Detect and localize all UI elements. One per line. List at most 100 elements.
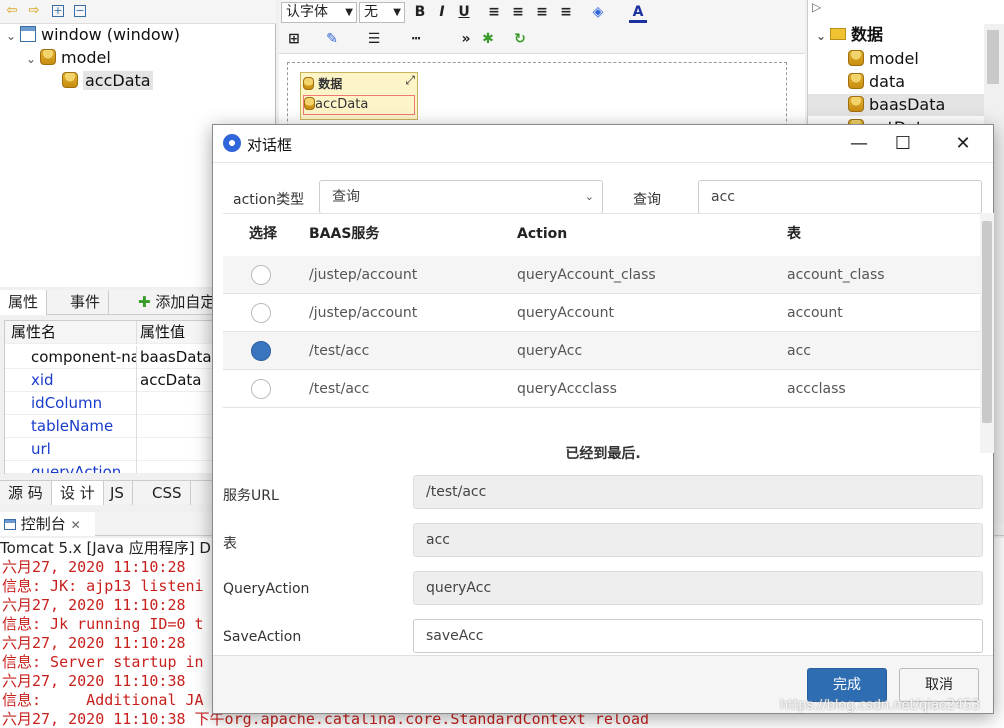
- back-arrow-icon[interactable]: ⇦: [4, 3, 20, 19]
- scrollbar-thumb[interactable]: [982, 221, 992, 423]
- data-component[interactable]: 数据 ⤢ accData: [300, 72, 418, 120]
- line-style-icon[interactable]: ┅: [407, 30, 425, 48]
- service-url-field[interactable]: /test/acc: [413, 475, 983, 509]
- tab-console[interactable]: 控制台 ✕: [0, 512, 95, 536]
- tree-item-baasdata[interactable]: baasData: [808, 94, 985, 116]
- save-action-field[interactable]: saveAcc: [413, 619, 983, 653]
- fill-color-icon[interactable]: ◈: [589, 3, 607, 21]
- console-line: 信息: Server startup in: [2, 653, 204, 671]
- database-icon: [304, 97, 315, 110]
- cancel-button[interactable]: 取消: [899, 668, 979, 702]
- database-icon: [848, 73, 864, 89]
- database-icon: [848, 96, 864, 112]
- property-name: xid: [5, 369, 137, 392]
- ide-window: ⇦ ⇨ + − ⌄ window (window) ⌄ model accData …: [0, 0, 1004, 728]
- row-radio[interactable]: [251, 303, 271, 323]
- cell-service: /test/acc: [309, 343, 370, 359]
- data-item[interactable]: accData: [303, 95, 415, 115]
- tree-item-data[interactable]: data: [848, 71, 905, 93]
- query-action-field[interactable]: queryAcc: [413, 571, 983, 605]
- action-type-label: action类型: [233, 192, 305, 208]
- cell-service: /test/acc: [309, 381, 370, 397]
- table-icon[interactable]: ⊞: [285, 30, 303, 48]
- collapse-all-icon[interactable]: −: [74, 5, 86, 17]
- tab-css[interactable]: CSS: [144, 481, 191, 505]
- save-action-label: SaveAction: [223, 629, 302, 645]
- property-name: queryAction: [5, 461, 137, 473]
- tree-item-model[interactable]: model: [848, 48, 919, 70]
- chevron-down-icon[interactable]: ⌄: [6, 25, 20, 47]
- row-radio[interactable]: [251, 265, 271, 285]
- service-url-label: 服务URL: [223, 488, 279, 504]
- property-name: component-na: [5, 346, 137, 369]
- tab-properties[interactable]: 属性: [0, 290, 48, 315]
- cell-service: /justep/account: [309, 267, 418, 283]
- font-size-select[interactable]: 无 ▼: [359, 2, 405, 23]
- column-header: 表: [787, 226, 801, 242]
- font-family-select[interactable]: 认字体 ▼: [281, 2, 357, 23]
- console-line: 六月27, 2020 11:10:28: [2, 634, 195, 652]
- console-line: 六月27, 2020 11:10:38: [2, 672, 195, 690]
- more-icon[interactable]: »: [457, 30, 475, 48]
- tab-design[interactable]: 设 计: [52, 481, 104, 505]
- column-header: 属性名: [5, 321, 137, 344]
- justify-icon[interactable]: ≡: [557, 3, 575, 21]
- tree-item-data-root[interactable]: ⌄ 数据: [816, 24, 883, 46]
- database-icon: [40, 49, 56, 65]
- tree-item-model[interactable]: ⌄ model: [26, 47, 111, 69]
- table-row[interactable]: /justep/account queryAccount account: [223, 294, 981, 332]
- line-width-icon[interactable]: ☰: [365, 30, 383, 48]
- align-right-icon[interactable]: ≡: [533, 3, 551, 21]
- tree-item-window[interactable]: ⌄ window (window): [6, 24, 180, 46]
- cell-action: queryAccount_class: [517, 267, 656, 283]
- table-row[interactable]: /test/acc queryAccclass accclass: [223, 370, 981, 408]
- dialog: 对话框 — ☐ ✕ action类型 查询 ⌄ 查询 acc 选择 BAAS服务…: [212, 124, 994, 714]
- chevron-down-icon[interactable]: ⌄: [26, 48, 40, 70]
- scrollbar-thumb[interactable]: [987, 30, 999, 84]
- column-header: Action: [517, 226, 568, 242]
- close-button[interactable]: ✕: [941, 129, 985, 159]
- property-value[interactable]: baasData-: [138, 346, 217, 369]
- cell-service: /justep/account: [309, 305, 418, 321]
- italic-icon[interactable]: I: [433, 3, 451, 21]
- chevron-down-icon: ⌄: [584, 190, 594, 203]
- data-tree-panel: ▷ ⌄数据 model data baasData ectData: [807, 0, 1004, 130]
- action-type-select[interactable]: 查询 ⌄: [319, 180, 603, 214]
- border-color-icon[interactable]: ✎: [323, 30, 341, 48]
- database-icon: [62, 72, 78, 88]
- cell-action: queryAccclass: [517, 381, 617, 397]
- query-input[interactable]: acc: [698, 180, 982, 214]
- console-line: 六月27, 2020 11:10:28: [2, 558, 195, 576]
- refresh-icon[interactable]: ↻: [511, 30, 529, 48]
- console-line: 信息: JK: ajp13 listeni: [2, 577, 204, 595]
- table-row[interactable]: /justep/account queryAccount_class accou…: [223, 256, 981, 294]
- cell-table: account: [787, 305, 843, 321]
- bold-icon[interactable]: B: [411, 3, 429, 21]
- chevron-right-icon[interactable]: ▷: [812, 0, 821, 14]
- chevron-down-icon[interactable]: ⌄: [816, 25, 830, 47]
- table-row[interactable]: /test/acc queryAcc acc: [223, 332, 981, 370]
- close-icon[interactable]: ✕: [71, 518, 81, 532]
- maximize-button[interactable]: ☐: [881, 129, 925, 159]
- align-left-icon[interactable]: ≡: [485, 3, 503, 21]
- row-radio[interactable]: [251, 379, 271, 399]
- row-radio-selected[interactable]: [251, 341, 271, 361]
- tab-js[interactable]: JS: [102, 481, 133, 505]
- expand-all-icon[interactable]: +: [52, 5, 64, 17]
- minimize-button[interactable]: —: [837, 129, 881, 159]
- chevron-down-icon: ▼: [393, 7, 401, 18]
- tree-item-accdata[interactable]: accData: [62, 70, 153, 92]
- resize-icon[interactable]: ⤢: [405, 73, 415, 88]
- tab-source[interactable]: 源 码: [0, 481, 52, 505]
- done-button[interactable]: 完成: [807, 668, 887, 702]
- property-value[interactable]: accData: [138, 369, 202, 392]
- query-label: 查询: [633, 192, 661, 208]
- font-color-icon[interactable]: A: [629, 3, 647, 23]
- add-custom-button[interactable]: ✚ 添加自定: [130, 290, 223, 315]
- tab-events[interactable]: 事件: [62, 290, 110, 315]
- table-field[interactable]: acc: [413, 523, 983, 557]
- underline-icon[interactable]: U: [455, 3, 473, 21]
- align-center-icon[interactable]: ≡: [509, 3, 527, 21]
- gear-icon[interactable]: ✱: [479, 30, 497, 48]
- forward-arrow-icon[interactable]: ⇨: [26, 3, 42, 19]
